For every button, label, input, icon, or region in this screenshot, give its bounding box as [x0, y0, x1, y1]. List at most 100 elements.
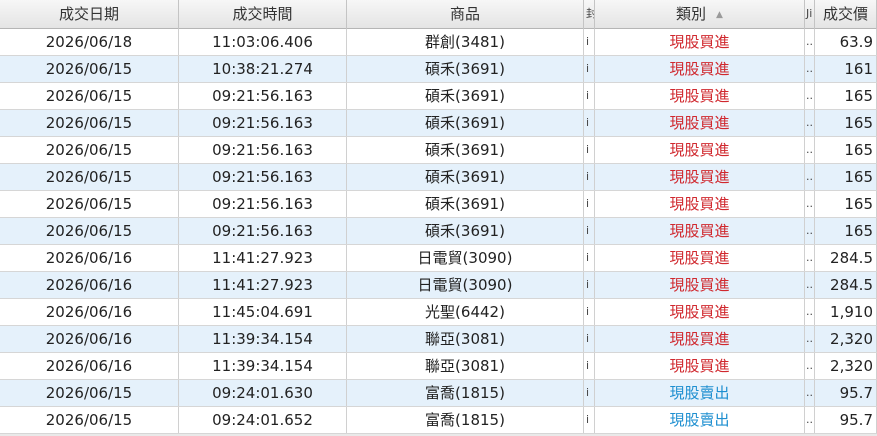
cell-truncated-1: i: [584, 137, 595, 163]
column-header-truncated-2[interactable]: Ji: [805, 0, 815, 29]
cell-type: 現股買進: [595, 353, 805, 379]
cell-type: 現股買進: [595, 272, 805, 298]
table-row[interactable]: 2026/06/15 09:21:56.163 碩禾(3691) i 現股買進.. 165: [0, 110, 877, 137]
cell-date: 2026/06/15: [0, 164, 179, 190]
column-header-price[interactable]: 成交價: [815, 0, 877, 29]
cell-type: 現股買進: [595, 137, 805, 163]
cell-price: 165: [815, 191, 877, 217]
cell-price: 165: [815, 83, 877, 109]
cell-date: 2026/06/15: [0, 218, 179, 244]
cell-truncated-1: i: [584, 191, 595, 217]
table-row[interactable]: 2026/06/15 09:21:56.163 碩禾(3691) i 現股買進.. 165: [0, 218, 877, 245]
cell-truncated-2: ..: [805, 164, 815, 190]
cell-type: 現股買進: [595, 245, 805, 271]
cell-date: 2026/06/16: [0, 299, 179, 325]
cell-product: 碩禾(3691): [347, 164, 584, 190]
column-header-truncated-1[interactable]: 封: [584, 0, 595, 29]
cell-time: 09:21:56.163: [179, 218, 347, 244]
grid-body: 2026/06/18 11:03:06.406 群創(3481) i 現股買進.. 63.…: [0, 29, 877, 434]
cell-product: 碩禾(3691): [347, 83, 584, 109]
table-row[interactable]: 2026/06/18 11:03:06.406 群創(3481) i 現股買進.. 63.…: [0, 29, 877, 56]
column-header-row: 成交日期 成交時間 商品 封 類別▲ Ji 成交價: [0, 0, 877, 29]
cell-time: 10:38:21.274: [179, 56, 347, 82]
cell-type: 現股買進: [595, 218, 805, 244]
cell-date: 2026/06/16: [0, 272, 179, 298]
cell-price: 95.7: [815, 407, 877, 433]
cell-truncated-2: ..: [805, 380, 815, 406]
cell-truncated-1: i: [584, 164, 595, 190]
cell-product: 日電貿(3090): [347, 245, 584, 271]
cell-truncated-2: ..: [805, 326, 815, 352]
table-row[interactable]: 2026/06/15 09:21:56.163 碩禾(3691) i 現股買進.. 165: [0, 83, 877, 110]
cell-price: 165: [815, 164, 877, 190]
cell-type: 現股買進: [595, 83, 805, 109]
cell-price: 165: [815, 218, 877, 244]
table-row[interactable]: 2026/06/15 09:24:01.652 富喬(1815) i 現股賣出.. 95.…: [0, 407, 877, 434]
cell-time: 11:03:06.406: [179, 29, 347, 55]
cell-truncated-2: ..: [805, 29, 815, 55]
cell-price: 2,320: [815, 353, 877, 379]
table-row[interactable]: 2026/06/16 11:39:34.154 聯亞(3081) i 現股買進.. 2,3…: [0, 326, 877, 353]
cell-product: 碩禾(3691): [347, 56, 584, 82]
cell-price: 2,320: [815, 326, 877, 352]
cell-date: 2026/06/15: [0, 407, 179, 433]
cell-truncated-2: ..: [805, 299, 815, 325]
cell-product: 聯亞(3081): [347, 326, 584, 352]
cell-time: 09:21:56.163: [179, 164, 347, 190]
table-row[interactable]: 2026/06/15 09:21:56.163 碩禾(3691) i 現股買進.. 165: [0, 164, 877, 191]
cell-date: 2026/06/15: [0, 56, 179, 82]
cell-time: 09:24:01.652: [179, 407, 347, 433]
cell-type: 現股賣出: [595, 380, 805, 406]
cell-date: 2026/06/18: [0, 29, 179, 55]
cell-type: 現股賣出: [595, 407, 805, 433]
cell-truncated-1: i: [584, 29, 595, 55]
cell-product: 碩禾(3691): [347, 110, 584, 136]
cell-truncated-2: ..: [805, 191, 815, 217]
cell-truncated-2: ..: [805, 110, 815, 136]
cell-date: 2026/06/16: [0, 326, 179, 352]
table-row[interactable]: 2026/06/16 11:39:34.154 聯亞(3081) i 現股買進.. 2,3…: [0, 353, 877, 380]
cell-truncated-2: ..: [805, 56, 815, 82]
cell-type: 現股買進: [595, 164, 805, 190]
cell-time: 09:21:56.163: [179, 191, 347, 217]
cell-product: 富喬(1815): [347, 407, 584, 433]
cell-date: 2026/06/15: [0, 110, 179, 136]
cell-price: 165: [815, 137, 877, 163]
column-header-date[interactable]: 成交日期: [0, 0, 179, 29]
table-row[interactable]: 2026/06/16 11:41:27.923 日電貿(3090) i 現股買進.. 28…: [0, 272, 877, 299]
column-header-type[interactable]: 類別 ▲: [595, 0, 805, 29]
cell-truncated-1: i: [584, 245, 595, 271]
cell-truncated-1: i: [584, 218, 595, 244]
cell-truncated-2: ..: [805, 218, 815, 244]
cell-price: 161: [815, 56, 877, 82]
table-row[interactable]: 2026/06/15 09:21:56.163 碩禾(3691) i 現股買進.. 165: [0, 191, 877, 218]
cell-truncated-1: i: [584, 299, 595, 325]
cell-price: 165: [815, 110, 877, 136]
column-header-product[interactable]: 商品: [347, 0, 584, 29]
cell-type: 現股買進: [595, 299, 805, 325]
cell-time: 11:45:04.691: [179, 299, 347, 325]
cell-product: 富喬(1815): [347, 380, 584, 406]
table-row[interactable]: 2026/06/15 09:24:01.630 富喬(1815) i 現股賣出.. 95.…: [0, 380, 877, 407]
column-header-time[interactable]: 成交時間: [179, 0, 347, 29]
sort-ascending-icon: ▲: [716, 10, 723, 20]
cell-truncated-1: i: [584, 83, 595, 109]
cell-time: 09:21:56.163: [179, 83, 347, 109]
cell-truncated-2: ..: [805, 245, 815, 271]
cell-product: 光聖(6442): [347, 299, 584, 325]
cell-date: 2026/06/15: [0, 137, 179, 163]
cell-truncated-1: i: [584, 272, 595, 298]
cell-date: 2026/06/15: [0, 83, 179, 109]
cell-time: 09:21:56.163: [179, 137, 347, 163]
cell-price: 284.5: [815, 245, 877, 271]
cell-product: 碩禾(3691): [347, 137, 584, 163]
table-row[interactable]: 2026/06/16 11:41:27.923 日電貿(3090) i 現股買進.. 28…: [0, 245, 877, 272]
cell-time: 11:41:27.923: [179, 272, 347, 298]
cell-truncated-2: ..: [805, 272, 815, 298]
cell-price: 284.5: [815, 272, 877, 298]
table-row[interactable]: 2026/06/15 09:21:56.163 碩禾(3691) i 現股買進.. 165: [0, 137, 877, 164]
cell-price: 95.7: [815, 380, 877, 406]
table-row[interactable]: 2026/06/15 10:38:21.274 碩禾(3691) i 現股買進.. 161: [0, 56, 877, 83]
table-row[interactable]: 2026/06/16 11:45:04.691 光聖(6442) i 現股買進.. 1,9…: [0, 299, 877, 326]
cell-date: 2026/06/16: [0, 353, 179, 379]
